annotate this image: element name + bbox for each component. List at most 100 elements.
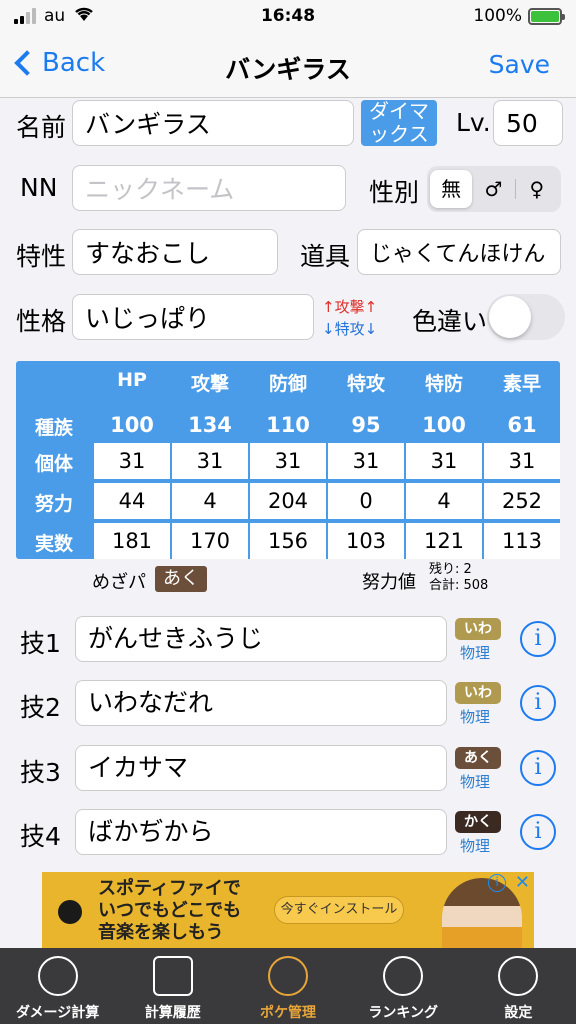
stats-row-label: 個体 <box>34 453 73 475</box>
gender-option-female[interactable]: ♀ <box>516 170 558 208</box>
info-icon[interactable]: i <box>520 621 556 657</box>
move-label: 技2 <box>20 693 61 722</box>
move-name-field[interactable]: いわなだれ <box>75 680 447 726</box>
name-field[interactable]: バンギラス <box>72 100 354 146</box>
stats-cell[interactable]: 4 <box>172 483 248 519</box>
stats-cell: 110 <box>266 413 310 437</box>
ability-label: 特性 <box>16 242 67 271</box>
stats-cell: 95 <box>351 413 381 437</box>
stats-cell[interactable]: 31 <box>406 443 482 479</box>
tab-poke-manage[interactable]: ポケ管理 <box>230 948 345 1024</box>
stats-cell[interactable]: 252 <box>484 483 560 519</box>
level-label: Lv. <box>456 108 491 137</box>
battery-percent: 100% <box>473 6 522 26</box>
ad-text: スポティファイで いつでもどこでも 音楽を楽しもう <box>98 878 241 944</box>
item-label: 道具 <box>300 242 351 271</box>
gender-option-male[interactable]: ♂ <box>472 170 514 208</box>
stats-cell[interactable]: 31 <box>484 443 560 479</box>
stats-header: HP <box>117 369 147 391</box>
hidden-power-label: めざパ <box>92 572 146 593</box>
stats-cell[interactable]: 31 <box>172 443 248 479</box>
move-label: 技4 <box>20 822 61 851</box>
stats-cell: 134 <box>188 413 232 437</box>
stats-row-label: 種族 <box>34 417 73 439</box>
nickname-label: NN <box>20 173 58 202</box>
tab-bar: ダメージ計算 計算履歴 ポケ管理 ランキング 設定 <box>0 948 576 1024</box>
ad-info-icon[interactable]: i <box>488 874 506 892</box>
move-type-badge: あく <box>455 747 501 769</box>
stats-cell[interactable]: 44 <box>94 483 170 519</box>
info-icon[interactable]: i <box>520 685 556 721</box>
status-bar: au 16:48 100% <box>0 0 576 34</box>
hidden-power-type-badge[interactable]: あく <box>155 566 207 592</box>
move-type-badge: かく <box>455 811 501 833</box>
tab-settings[interactable]: 設定 <box>461 948 576 1024</box>
stats-cell: 156 <box>250 523 326 559</box>
ad-person-image <box>442 878 522 948</box>
stats-table: HP 攻撃 防御 特攻 特防 素早 種族 100 134 110 95 100 61 個体 31 31 31 31… <box>16 361 560 559</box>
stats-cell: 61 <box>507 413 537 437</box>
ad-install-button[interactable]: 今すぐインストール <box>274 896 404 924</box>
item-field[interactable]: じゃくてんほけん <box>357 229 561 275</box>
stats-cell: 181 <box>94 523 170 559</box>
info-icon[interactable]: i <box>520 814 556 850</box>
stats-cell[interactable]: 31 <box>94 443 170 479</box>
move-type-badge: いわ <box>455 618 501 640</box>
ev-summary: 残り: 2 合計: 508 <box>429 562 488 594</box>
stats-row-label: 実数 <box>34 533 73 555</box>
stats-cell: 100 <box>422 413 466 437</box>
tab-label: 設定 <box>504 1005 533 1021</box>
move-category: 物理 <box>460 708 491 726</box>
ranking-icon <box>383 956 424 996</box>
ad-banner[interactable]: スポティファイで いつでもどこでも 音楽を楽しもう 今すぐインストール i ✕ <box>42 872 534 948</box>
stats-cell[interactable]: 0 <box>328 483 404 519</box>
stats-cell: 100 <box>110 413 154 437</box>
nature-field[interactable]: いじっぱり <box>72 294 314 340</box>
stats-row-label: 努力 <box>34 493 73 515</box>
stats-header: 素早 <box>502 373 541 395</box>
history-icon <box>152 956 193 996</box>
tab-damage-calc[interactable]: ダメージ計算 <box>0 948 115 1024</box>
move-name-field[interactable]: がんせきふうじ <box>75 616 447 662</box>
level-field[interactable]: 50 <box>493 100 563 146</box>
toggle-knob <box>489 296 531 338</box>
nature-label: 性格 <box>16 307 67 336</box>
tab-history[interactable]: 計算履歴 <box>115 948 230 1024</box>
poke-manage-icon <box>268 956 308 996</box>
tab-ranking[interactable]: ランキング <box>346 948 461 1024</box>
dynamax-button[interactable]: ダイマックス <box>361 100 437 146</box>
status-right: 100% <box>473 6 565 26</box>
save-button[interactable]: Save <box>489 50 550 79</box>
move-name-field[interactable]: イカサマ <box>75 745 447 791</box>
shiny-toggle[interactable] <box>487 294 565 340</box>
nickname-field[interactable]: ニックネーム <box>72 165 346 211</box>
move-type-badge: いわ <box>455 682 501 704</box>
tab-label: ダメージ計算 <box>15 1005 100 1021</box>
ad-close-icon[interactable]: ✕ <box>515 872 530 893</box>
stats-cell[interactable]: 204 <box>250 483 326 519</box>
move-category: 物理 <box>460 837 491 855</box>
move-category: 物理 <box>460 644 491 662</box>
ev-remaining: 残り: 2 <box>429 562 472 577</box>
tab-label: ポケ管理 <box>260 1005 316 1021</box>
ability-field[interactable]: すなおこし <box>72 229 278 275</box>
tab-label: 計算履歴 <box>144 1005 201 1021</box>
gender-segmented-control: 無 ♂ ♀ <box>427 166 561 212</box>
name-label: 名前 <box>16 113 67 142</box>
gender-label: 性別 <box>369 178 420 207</box>
move-name-field[interactable]: ばかぢから <box>75 809 447 855</box>
ev-total: 合計: 508 <box>429 578 489 593</box>
stats-cell: 113 <box>484 523 560 559</box>
stats-header: 攻撃 <box>190 373 229 395</box>
info-icon[interactable]: i <box>520 750 556 786</box>
gender-option-none[interactable]: 無 <box>430 170 473 208</box>
ad-line-3: 音楽を楽しもう <box>98 922 224 943</box>
tab-label: ランキング <box>368 1005 438 1021</box>
stats-cell[interactable]: 31 <box>250 443 326 479</box>
stats-cell: 170 <box>172 523 248 559</box>
settings-icon <box>498 956 539 996</box>
stats-header: 特防 <box>424 373 463 395</box>
stats-cell[interactable]: 4 <box>406 483 482 519</box>
damage-calc-icon <box>37 956 78 996</box>
stats-cell[interactable]: 31 <box>328 443 404 479</box>
